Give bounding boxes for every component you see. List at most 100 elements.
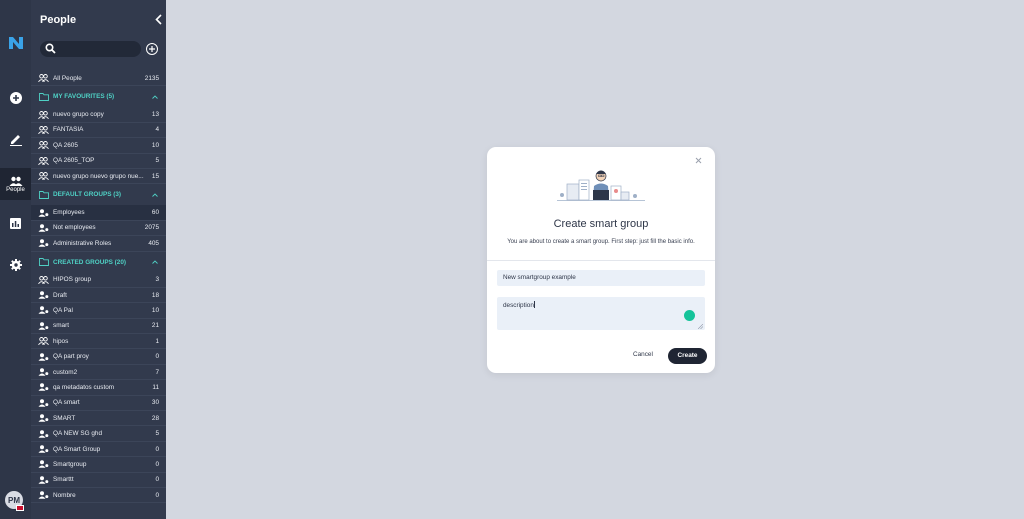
group-item-count: 15 [151, 172, 159, 180]
group-item-label: Draft [53, 291, 67, 299]
group-list-item[interactable]: qa metadatos custom 11 [31, 380, 166, 396]
group-list-item[interactable]: QA part proy 0 [31, 349, 166, 365]
group-name-field[interactable]: New smartgroup example [497, 270, 705, 286]
text-caret [533, 301, 535, 308]
group-item-count: 60 [151, 209, 159, 217]
group-section-header[interactable]: MY FAVOURITES (5) [31, 86, 166, 107]
group-outline-icon [38, 275, 49, 284]
smart-group-icon [38, 476, 49, 484]
logo-icon [8, 37, 23, 49]
close-icon [695, 157, 702, 164]
smart-group-icon [38, 460, 49, 469]
resize-handle-icon[interactable] [698, 324, 703, 329]
grammar-assistant-icon[interactable] [684, 310, 695, 321]
smart-group-icon [38, 383, 49, 392]
group-item-label: custom2 [53, 368, 78, 376]
group-item-label: QA Smart Group [53, 445, 101, 453]
chevron-up-icon [152, 95, 158, 99]
group-list-item[interactable]: custom2 7 [31, 365, 166, 381]
group-list-item[interactable]: QA 2605 10 [31, 138, 166, 154]
group-item-count: 21 [151, 322, 159, 330]
group-list-item[interactable]: QA 2605_TOP 5 [31, 154, 166, 169]
group-item-count: 0 [155, 491, 159, 499]
modal-subtitle: You are about to create a smart group. F… [507, 239, 695, 245]
stats-nav-button[interactable] [0, 213, 31, 233]
people-nav-button[interactable]: People [0, 168, 31, 200]
group-list-item[interactable]: FANTASIA 4 [31, 123, 166, 139]
group-item-count: 28 [151, 414, 159, 422]
smart-group-icon [38, 322, 49, 330]
group-list: All People 2135 MY FAVOURITES (5) nuevo g… [31, 71, 166, 504]
group-list-item[interactable]: QA Pal 10 [31, 303, 166, 319]
group-section-title: DEFAULT GROUPS (3) [53, 191, 122, 199]
group-list-item[interactable]: Employees 60 [31, 205, 166, 221]
edit-icon [9, 135, 22, 146]
group-item-count: 13 [151, 111, 159, 119]
group-list-item[interactable]: Nombre 0 [31, 488, 166, 504]
group-outline-icon [38, 156, 49, 165]
people-nav-label: People [6, 186, 25, 193]
folder-icon [39, 92, 49, 101]
group-list-item[interactable]: smart 21 [31, 319, 166, 335]
group-section-header[interactable]: DEFAULT GROUPS (3) [31, 184, 166, 205]
smart-group-icon [38, 368, 49, 376]
group-item-label: Smartgroup [53, 460, 87, 468]
group-item-count: 3 [155, 276, 159, 284]
group-list-item[interactable]: Draft 18 [31, 288, 166, 304]
folder-icon [39, 190, 49, 199]
smart-group-icon [38, 491, 49, 499]
flag-icon [16, 505, 24, 511]
settings-nav-button[interactable] [0, 255, 31, 275]
group-list-item[interactable]: Smarttt 0 [31, 473, 166, 488]
group-item-label: QA smart [53, 399, 80, 407]
group-description-field[interactable]: description [497, 297, 705, 330]
group-list-item[interactable]: QA Smart Group 0 [31, 442, 166, 458]
collapse-sidebar-button[interactable] [155, 13, 162, 28]
smart-group-icon [38, 352, 49, 361]
group-list-item[interactable]: Administrative Roles 405 [31, 236, 166, 252]
stats-icon [10, 217, 21, 229]
smart-group-icon [38, 224, 49, 232]
group-outline-icon [38, 110, 49, 119]
all-people-label: All People [53, 74, 82, 82]
group-item-label: QA 2605_TOP [53, 157, 95, 165]
group-list-item[interactable]: Not employees 2075 [31, 221, 166, 237]
all-people-count: 2135 [144, 74, 159, 82]
smart-group-icon [38, 399, 49, 407]
group-list-item[interactable]: SMART 28 [31, 411, 166, 427]
group-item-label: Administrative Roles [53, 239, 112, 247]
create-button[interactable]: Create [668, 348, 707, 364]
description-text: description [503, 302, 534, 309]
group-section-header[interactable]: CREATED GROUPS (20) [31, 252, 166, 273]
group-item-label: Employees [53, 209, 85, 217]
group-outline-icon [38, 126, 49, 134]
group-item-count: 2075 [144, 224, 159, 232]
close-modal-button[interactable] [695, 155, 702, 167]
group-list-item[interactable]: nuevo grupo copy 13 [31, 107, 166, 123]
group-outline-icon [38, 74, 49, 83]
group-list-item[interactable]: QA smart 30 [31, 396, 166, 412]
group-item-count: 11 [152, 383, 159, 391]
group-item-count: 10 [151, 306, 159, 314]
add-nav-button[interactable] [0, 88, 31, 108]
modal-title: Create smart group [553, 218, 649, 230]
group-section-title: CREATED GROUPS (20) [53, 258, 127, 266]
people-sidebar: People All People 2135 MY FAVOURITES (5)… [31, 0, 166, 519]
add-group-button[interactable] [146, 43, 158, 55]
smart-group-icon [38, 306, 49, 315]
app-logo[interactable] [0, 30, 31, 56]
group-list-item[interactable]: nuevo grupo nuevo grupo nue... 15 [31, 169, 166, 185]
group-list-item[interactable]: hipos 1 [31, 334, 166, 350]
smart-group-icon [38, 239, 49, 248]
group-list-item[interactable]: HIPOS group 3 [31, 273, 166, 288]
group-list-item[interactable]: QA NEW SG ghd 5 [31, 426, 166, 442]
search-input[interactable] [40, 41, 141, 57]
cancel-button[interactable]: Cancel [633, 351, 653, 358]
group-item-count: 0 [155, 460, 159, 468]
group-item-count: 30 [151, 399, 159, 407]
group-item-label: hipos [53, 337, 69, 345]
all-people-row[interactable]: All People 2135 [31, 71, 166, 87]
edit-nav-button[interactable] [0, 128, 31, 150]
group-item-count: 7 [155, 368, 159, 376]
group-list-item[interactable]: Smartgroup 0 [31, 457, 166, 473]
